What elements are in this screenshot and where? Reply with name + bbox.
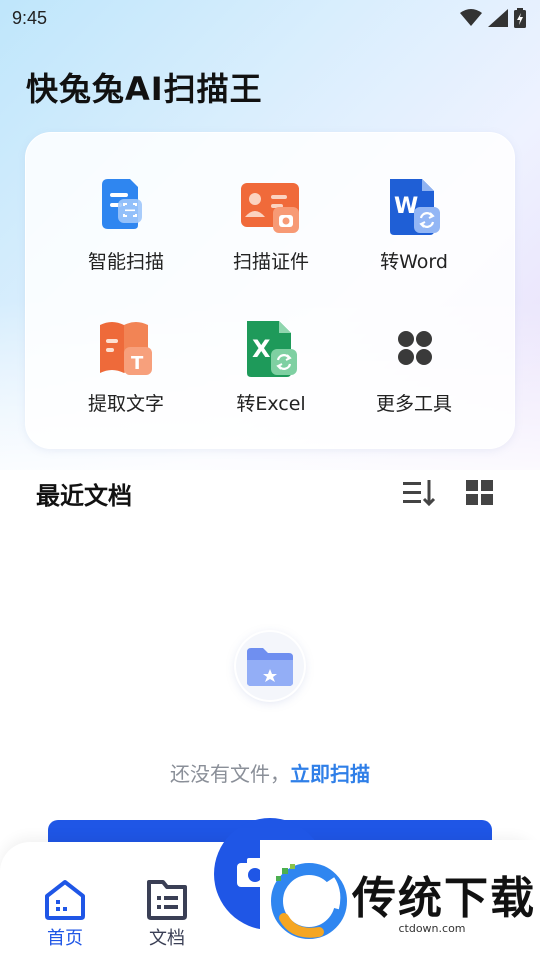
sort-icon[interactable] xyxy=(403,478,437,508)
tool-to-excel[interactable]: X 转Excel xyxy=(201,315,341,435)
watermark: 传统下载 ctdown.com xyxy=(260,840,540,950)
watermark-brand: 传统下载 xyxy=(352,873,536,924)
status-time: 9:45 xyxy=(12,7,48,28)
tab-home[interactable]: 首页 xyxy=(25,878,105,950)
text-extract-icon: T xyxy=(92,315,160,383)
id-card-scan-icon xyxy=(237,173,305,241)
svg-text:T: T xyxy=(131,353,144,374)
watermark-logo xyxy=(271,863,347,939)
tool-label: 转Excel xyxy=(236,393,306,415)
signal-icon xyxy=(488,9,508,27)
tool-id-scan[interactable]: 扫描证件 xyxy=(201,173,341,293)
tool-to-word[interactable]: W 转Word xyxy=(344,173,484,293)
tool-more[interactable]: 更多工具 xyxy=(344,315,484,435)
word-convert-icon: W xyxy=(380,173,448,241)
app-title: 快兔兔AI扫描王 xyxy=(26,70,263,108)
empty-folder-icon xyxy=(236,632,304,700)
more-tools-icon xyxy=(380,315,448,383)
tool-label: 转Word xyxy=(380,251,448,273)
status-bar: 9:45 xyxy=(0,0,540,36)
tool-label: 智能扫描 xyxy=(87,251,164,273)
tab-home-label: 首页 xyxy=(47,928,83,949)
tab-documents[interactable]: 文档 xyxy=(127,878,207,950)
battery-icon xyxy=(514,8,526,28)
documents-icon xyxy=(147,880,187,920)
status-icons xyxy=(460,8,526,28)
tool-label: 提取文字 xyxy=(87,393,164,415)
wifi-icon xyxy=(460,9,482,26)
tab-documents-label: 文档 xyxy=(149,928,185,949)
empty-state-message: 还没有文件，立即扫描 xyxy=(0,758,540,787)
smart-scan-icon xyxy=(92,173,160,241)
empty-state-text: 还没有文件， xyxy=(170,762,290,786)
watermark-url: ctdown.com xyxy=(352,922,512,935)
tool-label: 扫描证件 xyxy=(232,251,309,273)
svg-text:X: X xyxy=(252,335,271,363)
tool-label: 更多工具 xyxy=(375,393,452,415)
tool-smart-scan[interactable]: 智能扫描 xyxy=(56,173,196,293)
home-icon xyxy=(45,880,85,920)
tool-extract-text[interactable]: T 提取文字 xyxy=(56,315,196,435)
excel-convert-icon: X xyxy=(237,315,305,383)
scan-now-link[interactable]: 立即扫描 xyxy=(290,762,370,786)
recent-docs-title: 最近文档 xyxy=(36,482,132,510)
tools-card: 智能扫描 扫描证件 W 转Word T 提取文字 X 转Excel 更多工具 xyxy=(25,132,515,449)
grid-view-icon[interactable] xyxy=(466,480,494,506)
